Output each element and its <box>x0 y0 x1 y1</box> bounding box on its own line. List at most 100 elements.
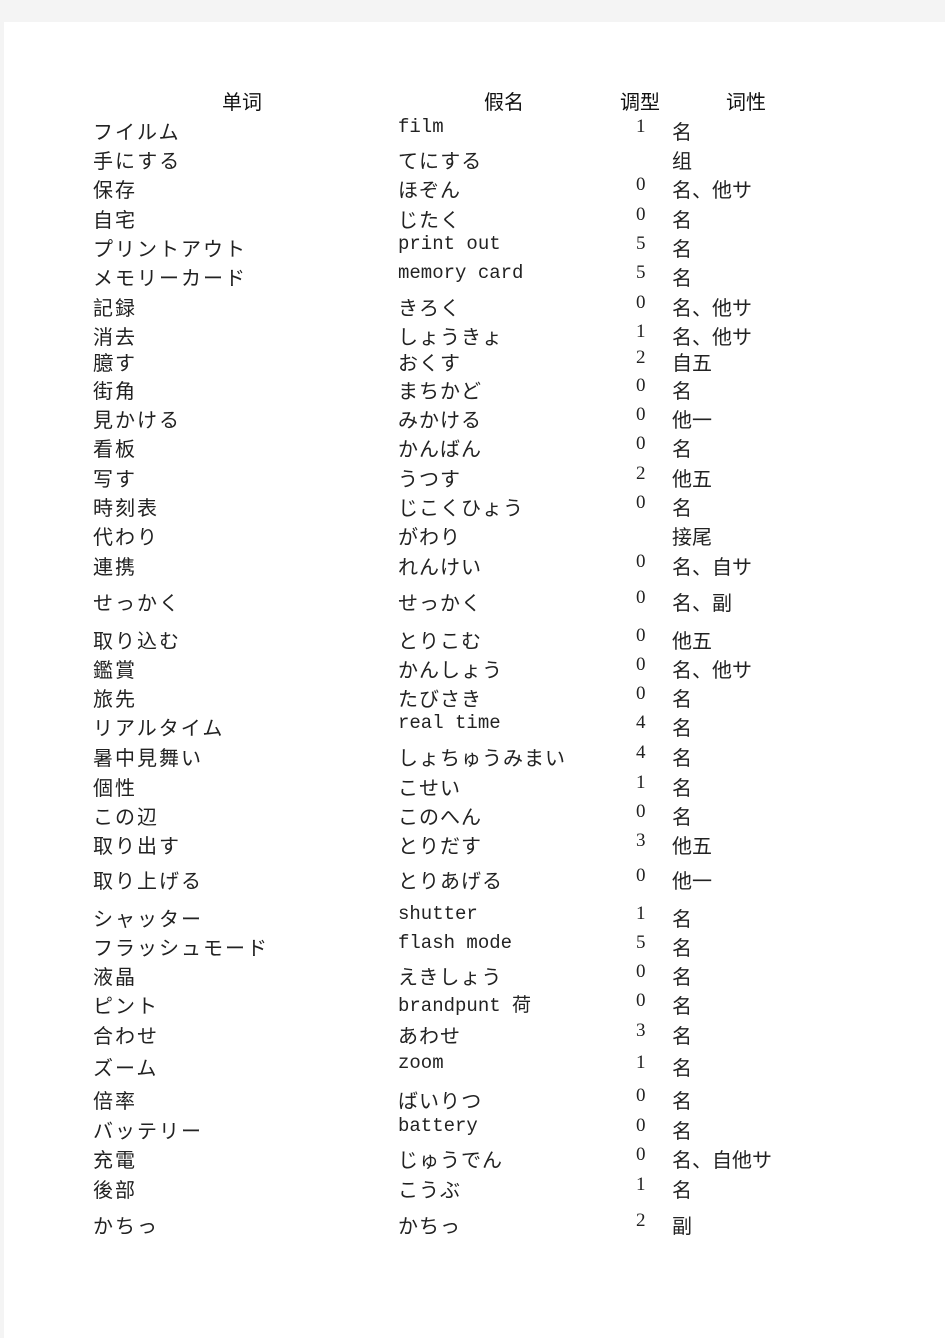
table-row: 消去 しょうきょ 1 名、他サ <box>4 321 945 349</box>
part-of-speech-cell: 名、他サ <box>672 296 752 320</box>
header-part-of-speech: 词性 <box>726 90 766 114</box>
accent-cell: 1 <box>636 772 646 793</box>
table-row: 旅先 たびさき 0 名 <box>4 683 945 711</box>
kana-cell: かちっ <box>398 1214 461 1238</box>
kana-cell: えきしょう <box>398 965 503 989</box>
table-row: かちっ かちっ 2 副 <box>4 1210 945 1238</box>
part-of-speech-cell: 名 <box>672 266 692 290</box>
kana-cell: がわり <box>398 525 461 549</box>
kana-cell: じこくひょう <box>398 496 524 520</box>
accent-cell: 1 <box>636 903 646 924</box>
part-of-speech-cell: 名 <box>672 437 692 461</box>
kana-cell: れんけい <box>398 555 482 579</box>
table-row: 看板 かんばん 0 名 <box>4 433 945 461</box>
part-of-speech-cell: 名 <box>672 965 692 989</box>
part-of-speech-cell: 接尾 <box>672 525 712 549</box>
header-kana: 假名 <box>484 90 524 114</box>
part-of-speech-cell: 名、自サ <box>672 555 752 579</box>
part-of-speech-cell: 名 <box>672 1119 692 1143</box>
kana-cell: しょちゅうみまい <box>398 746 566 770</box>
word-cell: 記録 <box>93 296 137 320</box>
part-of-speech-cell: 他一 <box>672 408 712 432</box>
kana-cell: じたく <box>398 208 461 232</box>
part-of-speech-cell: 名 <box>672 746 692 770</box>
word-cell: 保存 <box>93 178 137 202</box>
kana-cell: こうぶ <box>398 1178 461 1202</box>
table-header: 单词 假名 调型 词性 <box>4 86 945 114</box>
word-cell: 暑中見舞い <box>93 746 203 770</box>
kana-cell: みかける <box>398 408 482 432</box>
kana-cell: しょうきょ <box>398 325 503 349</box>
part-of-speech-cell: 副 <box>672 1214 692 1238</box>
kana-cell: real time <box>398 712 501 734</box>
kana-cell: battery <box>398 1115 478 1137</box>
accent-cell: 3 <box>636 830 646 851</box>
word-cell: バッテリー <box>93 1119 203 1143</box>
word-cell: 個性 <box>93 776 137 800</box>
table-row: フイルム film 1 名 <box>4 116 945 144</box>
accent-cell: 0 <box>636 865 646 886</box>
kana-cell: まちかど <box>398 379 482 403</box>
table-row: 取り上げる とりあげる 0 他一 <box>4 865 945 893</box>
part-of-speech-cell: 他五 <box>672 467 712 491</box>
part-of-speech-cell: 名 <box>672 120 692 144</box>
document-page: 单词 假名 调型 词性 フイルム film 1 名手にする てにする组保存 ほぞん 0 名、他… <box>4 22 945 1338</box>
accent-cell: 0 <box>636 625 646 646</box>
word-cell: シャッター <box>93 907 203 931</box>
part-of-speech-cell: 他五 <box>672 834 712 858</box>
table-row: 記録 きろく 0 名、他サ <box>4 292 945 320</box>
table-row: 見かける みかける 0 他一 <box>4 404 945 432</box>
part-of-speech-cell: 名、他サ <box>672 325 752 349</box>
table-row: 自宅 じたく 0 名 <box>4 204 945 232</box>
part-of-speech-cell: 名 <box>672 776 692 800</box>
table-row: 個性 こせい 1 名 <box>4 772 945 800</box>
kana-cell: とりだす <box>398 834 482 858</box>
part-of-speech-cell: 名 <box>672 1178 692 1202</box>
part-of-speech-cell: 名、副 <box>672 591 732 615</box>
word-cell: 後部 <box>93 1178 137 1202</box>
word-cell: フイルム <box>93 120 181 144</box>
table-row: シャッター shutter 1 名 <box>4 903 945 931</box>
kana-cell: せっかく <box>398 591 482 615</box>
part-of-speech-cell: 名 <box>672 994 692 1018</box>
word-cell: 取り込む <box>93 629 181 653</box>
word-cell: 見かける <box>93 408 181 432</box>
part-of-speech-cell: 名 <box>672 208 692 232</box>
table-row: 取り込む とりこむ 0 他五 <box>4 625 945 653</box>
table-row: プリントアウト print out 5 名 <box>4 233 945 261</box>
accent-cell: 0 <box>636 801 646 822</box>
table-row: 時刻表 じこくひょう 0 名 <box>4 492 945 520</box>
word-cell: 写す <box>93 467 137 491</box>
table-row: バッテリー battery 0 名 <box>4 1115 945 1143</box>
part-of-speech-cell: 他一 <box>672 869 712 893</box>
part-of-speech-cell: 名 <box>672 936 692 960</box>
word-cell: 倍率 <box>93 1089 137 1113</box>
accent-cell: 1 <box>636 321 646 342</box>
table-row: 充電 じゅうでん 0 名、自他サ <box>4 1144 945 1172</box>
accent-cell: 0 <box>636 492 646 513</box>
part-of-speech-cell: 名 <box>672 1089 692 1113</box>
table-row: 臆す おくす 2 自五 <box>4 347 945 375</box>
table-row: 暑中見舞い しょちゅうみまい 4 名 <box>4 742 945 770</box>
kana-cell: かんしょう <box>398 658 503 682</box>
kana-cell: こせい <box>398 776 461 800</box>
table-row: 倍率 ばいりつ 0 名 <box>4 1085 945 1113</box>
part-of-speech-cell: 名、他サ <box>672 658 752 682</box>
part-of-speech-cell: 名 <box>672 237 692 261</box>
kana-cell: きろく <box>398 296 461 320</box>
word-cell: この辺 <box>93 805 159 829</box>
header-accent: 调型 <box>620 90 660 114</box>
accent-cell: 5 <box>636 233 646 254</box>
word-cell: 街角 <box>93 379 137 403</box>
kana-cell: このへん <box>398 805 482 829</box>
kana-cell: shutter <box>398 903 478 925</box>
word-cell: 鑑賞 <box>93 658 137 682</box>
accent-cell: 4 <box>636 712 646 733</box>
part-of-speech-cell: 名、他サ <box>672 178 752 202</box>
part-of-speech-cell: 名 <box>672 907 692 931</box>
word-cell: 旅先 <box>93 687 137 711</box>
kana-cell: print out <box>398 233 501 255</box>
accent-cell: 0 <box>636 654 646 675</box>
word-cell: 取り出す <box>93 834 181 858</box>
accent-cell: 0 <box>636 683 646 704</box>
